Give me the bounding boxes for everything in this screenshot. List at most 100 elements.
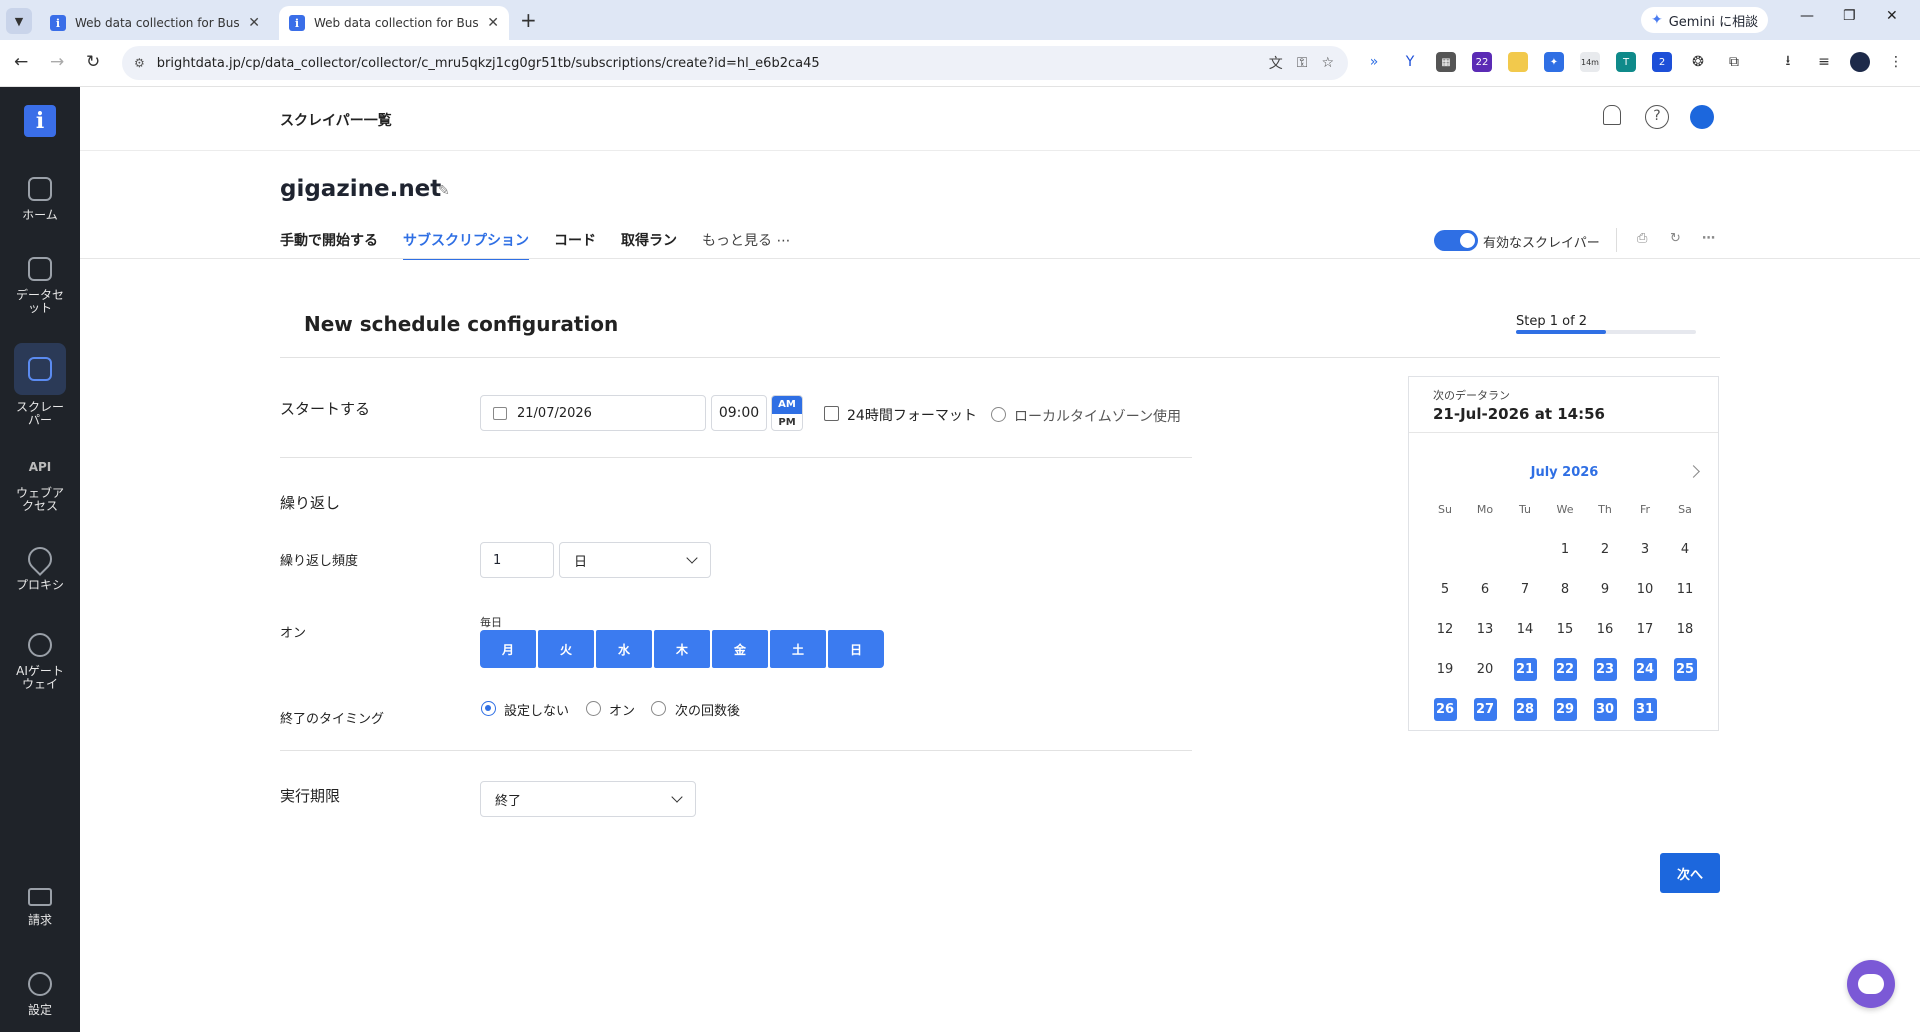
calendar-day[interactable]: 6: [1465, 569, 1505, 609]
tab-code[interactable]: コード: [554, 230, 596, 260]
sidebar-item-datasets[interactable]: データセット: [0, 257, 80, 315]
new-tab-button[interactable]: +: [520, 8, 537, 32]
chat-support-button[interactable]: [1847, 960, 1895, 1008]
bookmark-star-icon[interactable]: ☆: [1321, 55, 1334, 71]
extension-icon[interactable]: Y: [1400, 52, 1420, 72]
deadline-select[interactable]: 終了: [480, 781, 696, 817]
extension-badge-icon[interactable]: 2: [1652, 52, 1672, 72]
calendar-day[interactable]: 5: [1425, 569, 1465, 609]
calendar-day[interactable]: 11: [1665, 569, 1705, 609]
sidebar-item-ai-gateway[interactable]: AIゲートウェイ: [0, 633, 80, 691]
calendar-day[interactable]: 13: [1465, 609, 1505, 649]
address-bar[interactable]: ⚙ brightdata.jp/cp/data_collector/collec…: [122, 46, 1348, 80]
end-on-radio[interactable]: [586, 701, 601, 716]
day-button-wed[interactable]: 水: [596, 630, 652, 668]
calendar-day[interactable]: 14: [1505, 609, 1545, 649]
repeat-frequency-input[interactable]: 1: [480, 542, 554, 578]
profile-avatar-icon[interactable]: [1850, 52, 1870, 72]
end-after-radio[interactable]: [651, 701, 666, 716]
calendar-day[interactable]: 9: [1585, 569, 1625, 609]
sidebar-item-billing[interactable]: 請求: [0, 888, 80, 927]
calendar-day[interactable]: 29: [1545, 689, 1585, 729]
calendar-day[interactable]: 26: [1425, 689, 1465, 729]
download-icon[interactable]: ⭳: [1778, 52, 1798, 72]
end-never-radio[interactable]: [481, 701, 496, 716]
media-control-icon[interactable]: ≡: [1814, 52, 1834, 72]
breadcrumb[interactable]: スクレイパー一覧: [280, 110, 392, 130]
calendar-day[interactable]: 17: [1625, 609, 1665, 649]
calendar-day[interactable]: 31: [1625, 689, 1665, 729]
brightdata-logo[interactable]: i: [24, 105, 56, 137]
sidebar-item-home[interactable]: ホーム: [0, 177, 80, 222]
history-icon[interactable]: ↻: [1670, 231, 1681, 246]
calendar-day[interactable]: 2: [1585, 529, 1625, 569]
more-options-icon[interactable]: ⋯: [1702, 231, 1715, 246]
close-window-icon[interactable]: ✕: [1886, 8, 1898, 24]
start-date-field[interactable]: 21/07/2026: [480, 395, 706, 431]
extensions-puzzle-icon[interactable]: ⧉: [1724, 52, 1744, 72]
close-tab-icon[interactable]: ✕: [487, 15, 499, 31]
calendar-day[interactable]: 12: [1425, 609, 1465, 649]
extension-icon[interactable]: T: [1616, 52, 1636, 72]
user-avatar-icon[interactable]: [1690, 105, 1714, 129]
day-button-thu[interactable]: 木: [654, 630, 710, 668]
calendar-day[interactable]: 15: [1545, 609, 1585, 649]
password-key-icon[interactable]: ⚿: [1297, 55, 1308, 71]
calendar-day[interactable]: 24: [1625, 649, 1665, 689]
extension-icon[interactable]: ✦: [1544, 52, 1564, 72]
pm-button[interactable]: PM: [772, 414, 802, 430]
calendar-day[interactable]: 20: [1465, 649, 1505, 689]
calendar-day[interactable]: 18: [1665, 609, 1705, 649]
calendar-day[interactable]: 23: [1585, 649, 1625, 689]
day-button-sun[interactable]: 日: [828, 630, 884, 668]
menu-kebab-icon[interactable]: ⋮: [1886, 52, 1906, 72]
calendar-day[interactable]: 7: [1505, 569, 1545, 609]
extension-icon[interactable]: ❂: [1688, 52, 1708, 72]
tab-runs[interactable]: 取得ラン: [621, 230, 677, 260]
calendar-day[interactable]: 19: [1425, 649, 1465, 689]
day-button-mon[interactable]: 月: [480, 630, 536, 668]
day-button-fri[interactable]: 金: [712, 630, 768, 668]
browser-tab-2[interactable]: i Web data collection for Business ✕: [279, 6, 509, 40]
calendar-day[interactable]: 3: [1625, 529, 1665, 569]
help-icon[interactable]: ?: [1645, 105, 1669, 129]
restore-icon[interactable]: ❐: [1843, 8, 1856, 24]
reload-icon[interactable]: ↻: [86, 52, 100, 72]
notification-bell-icon[interactable]: [1603, 105, 1621, 125]
edit-icon[interactable]: ✎: [438, 183, 450, 199]
sidebar-item-proxies[interactable]: プロキシ: [0, 542, 80, 592]
repeat-unit-select[interactable]: 日: [559, 542, 711, 578]
sidebar-item-scrapers[interactable]: スクレーパー: [0, 343, 80, 427]
extension-badge-icon[interactable]: 22: [1472, 52, 1492, 72]
calendar-day[interactable]: 10: [1625, 569, 1665, 609]
calendar-day[interactable]: 21: [1505, 649, 1545, 689]
close-tab-icon[interactable]: ✕: [248, 15, 260, 31]
calendar-day[interactable]: 16: [1585, 609, 1625, 649]
next-button[interactable]: 次へ: [1660, 853, 1720, 893]
extension-icon[interactable]: ▦: [1436, 52, 1456, 72]
calendar-day[interactable]: 8: [1545, 569, 1585, 609]
minimize-icon[interactable]: —: [1800, 8, 1814, 24]
sidebar-item-web-access[interactable]: API ウェブアクセス: [0, 455, 80, 513]
extension-icon[interactable]: »: [1364, 52, 1384, 72]
translate-icon[interactable]: 文: [1269, 53, 1283, 73]
extension-icon[interactable]: [1508, 52, 1528, 72]
forward-icon[interactable]: →: [50, 52, 64, 72]
format-24h-checkbox[interactable]: [824, 406, 839, 421]
gemini-button[interactable]: ✦ Gemini に相談: [1641, 7, 1769, 33]
tab-search-button[interactable]: ▼: [6, 8, 32, 34]
calendar-day[interactable]: 4: [1665, 529, 1705, 569]
calendar-day[interactable]: 30: [1585, 689, 1625, 729]
extension-badge-icon[interactable]: 14m: [1580, 52, 1600, 72]
calendar-day[interactable]: 25: [1665, 649, 1705, 689]
calendar-day[interactable]: 28: [1505, 689, 1545, 729]
day-button-tue[interactable]: 火: [538, 630, 594, 668]
browser-tab-1[interactable]: i Web data collection for Business ✕: [40, 6, 270, 40]
print-icon[interactable]: ⎙: [1637, 231, 1647, 246]
local-timezone-link[interactable]: ローカルタイムゾーン使用: [1014, 406, 1181, 426]
active-scraper-toggle[interactable]: [1434, 230, 1478, 251]
back-icon[interactable]: ←: [14, 52, 28, 72]
tab-subscriptions[interactable]: サブスクリプション: [403, 230, 529, 260]
site-info-icon[interactable]: ⚙: [134, 56, 145, 70]
calendar-day[interactable]: 1: [1545, 529, 1585, 569]
